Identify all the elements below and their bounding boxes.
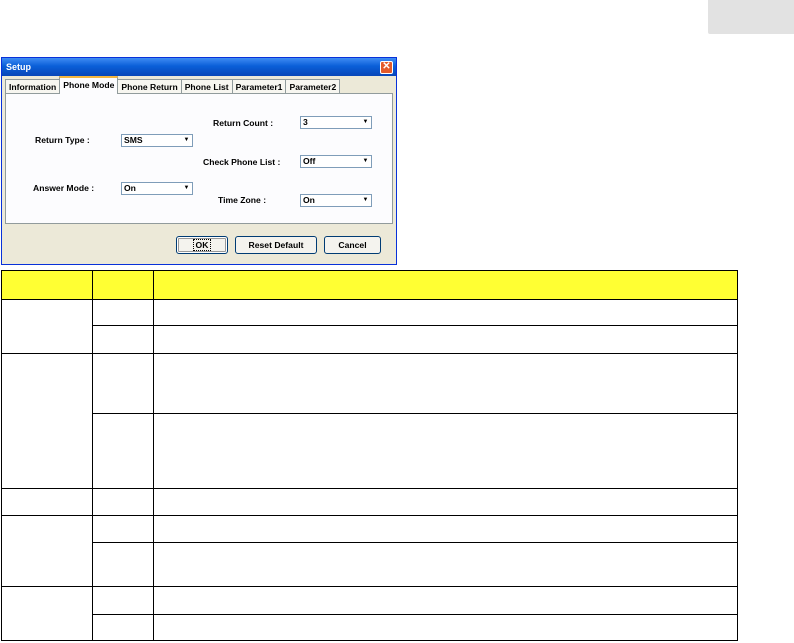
table-header-row [1,270,738,300]
tab-phone-return[interactable]: Phone Return [117,79,182,94]
return-type-value: SMS [124,135,143,145]
check-phone-list-select[interactable]: Off ▼ [300,155,372,168]
table-header-cell [1,270,93,300]
table-cell [1,299,93,354]
dialog-title: Setup [6,62,32,72]
table-cell [1,515,93,587]
table-header-cell [92,270,154,300]
answer-mode-label: Answer Mode : [33,183,95,193]
ok-button[interactable]: OK [176,236,228,254]
return-count-value: 3 [303,117,308,127]
time-zone-label: Time Zone : [218,195,267,205]
table-cell [153,488,738,516]
table-cell [153,325,738,354]
answer-mode-select[interactable]: On ▼ [121,182,193,195]
return-type-label: Return Type : [35,135,90,145]
table-cell [1,353,93,489]
table-cell [153,542,738,587]
check-phone-list-label: Check Phone List : [203,157,281,167]
table-cell [92,413,154,489]
chevron-down-icon[interactable]: ▼ [182,184,191,193]
table-header-cell [153,270,738,300]
time-zone-value: On [303,195,315,205]
return-count-select[interactable]: 3 ▼ [300,116,372,129]
dialog-titlebar[interactable]: Setup ✕ [2,58,396,76]
table-row [2,325,738,354]
check-phone-list-value: Off [303,156,316,166]
cancel-button[interactable]: Cancel [324,236,381,254]
spec-table [1,270,738,641]
table-row [2,614,738,641]
table-row [2,542,738,587]
tab-bar: Information Phone Mode Phone Return Phon… [5,76,341,94]
table-cell [153,413,738,489]
table-cell [1,586,93,641]
table-cell [92,299,154,326]
chevron-down-icon[interactable]: ▼ [182,136,191,145]
table-cell [92,586,154,615]
time-zone-select[interactable]: On ▼ [300,194,372,207]
table-cell [153,614,738,641]
table-cell [92,488,154,516]
answer-mode-value: On [124,183,136,193]
tab-parameter1[interactable]: Parameter1 [231,79,287,94]
table-cell [1,488,93,516]
table-cell [92,325,154,354]
table-cell [153,515,738,543]
tab-parameter2[interactable]: Parameter2 [285,79,341,94]
table-cell [92,542,154,587]
close-icon[interactable]: ✕ [380,60,393,74]
return-type-select[interactable]: SMS ▼ [121,134,193,147]
table-row [1,353,738,489]
chevron-down-icon[interactable]: ▼ [361,196,370,205]
table-cell [92,515,154,543]
table-row [1,586,738,641]
phone-mode-panel: Return Type : SMS ▼ Answer Mode : On ▼ R… [5,93,393,224]
chevron-down-icon[interactable]: ▼ [361,157,370,166]
chevron-down-icon[interactable]: ▼ [361,118,370,127]
tab-phone-mode[interactable]: Phone Mode [59,76,119,94]
tab-information[interactable]: Information [5,79,61,94]
table-cell [153,353,738,414]
table-cell [92,614,154,641]
ok-button-label: OK [192,239,212,251]
tab-phone-list[interactable]: Phone List [180,79,233,94]
table-row [1,515,738,587]
return-count-label: Return Count : [213,118,274,128]
reset-default-button[interactable]: Reset Default [235,236,317,254]
table-row [1,488,738,516]
table-cell [153,299,738,326]
table-row [1,299,738,354]
table-cell [153,586,738,615]
page-corner-tab [708,0,794,34]
setup-dialog: Setup ✕ Information Phone Mode Phone Ret… [1,57,397,265]
table-row [2,413,738,489]
table-cell [92,353,154,414]
